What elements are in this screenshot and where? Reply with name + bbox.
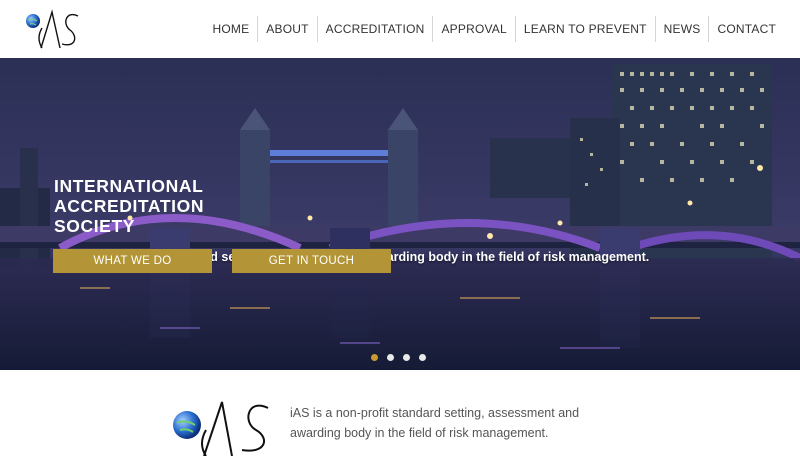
hero-title-line-1: INTERNATIONAL: [54, 176, 204, 196]
main-nav: HOME ABOUT ACCREDITATION APPROVAL LEARN …: [204, 16, 784, 42]
nav-approval[interactable]: APPROVAL: [432, 16, 514, 42]
ias-logo[interactable]: [24, 8, 84, 52]
nav-learn-to-prevent[interactable]: LEARN TO PREVENT: [514, 16, 655, 42]
nav-home[interactable]: HOME: [204, 16, 257, 42]
intro-text: iAS is a non-profit standard setting, as…: [290, 406, 580, 440]
slider-dots: [371, 354, 426, 361]
slider-dot-4[interactable]: [419, 354, 426, 361]
nav-news[interactable]: NEWS: [654, 16, 709, 42]
slider-dot-2[interactable]: [387, 354, 394, 361]
site-header: HOME ABOUT ACCREDITATION APPROVAL LEARN …: [0, 0, 800, 58]
get-in-touch-button[interactable]: GET IN TOUCH: [232, 249, 391, 273]
intro-ias-logo: [173, 401, 269, 456]
slider-dot-3[interactable]: [403, 354, 410, 361]
nav-contact[interactable]: CONTACT: [708, 16, 784, 42]
hero-title-line-3: SOCIETY: [54, 216, 136, 236]
nav-accreditation[interactable]: ACCREDITATION: [316, 16, 433, 42]
nav-about[interactable]: ABOUT: [257, 16, 316, 42]
slider-dot-1[interactable]: [371, 354, 378, 361]
hero-title-line-2: ACCREDITATION: [54, 196, 205, 216]
what-we-do-button[interactable]: WHAT WE DO: [53, 249, 212, 273]
hero-title: INTERNATIONAL ACCREDITATION SOCIETY: [54, 176, 294, 236]
hero-slider: INTERNATIONAL ACCREDITATION SOCIETY iAS …: [0, 58, 800, 370]
